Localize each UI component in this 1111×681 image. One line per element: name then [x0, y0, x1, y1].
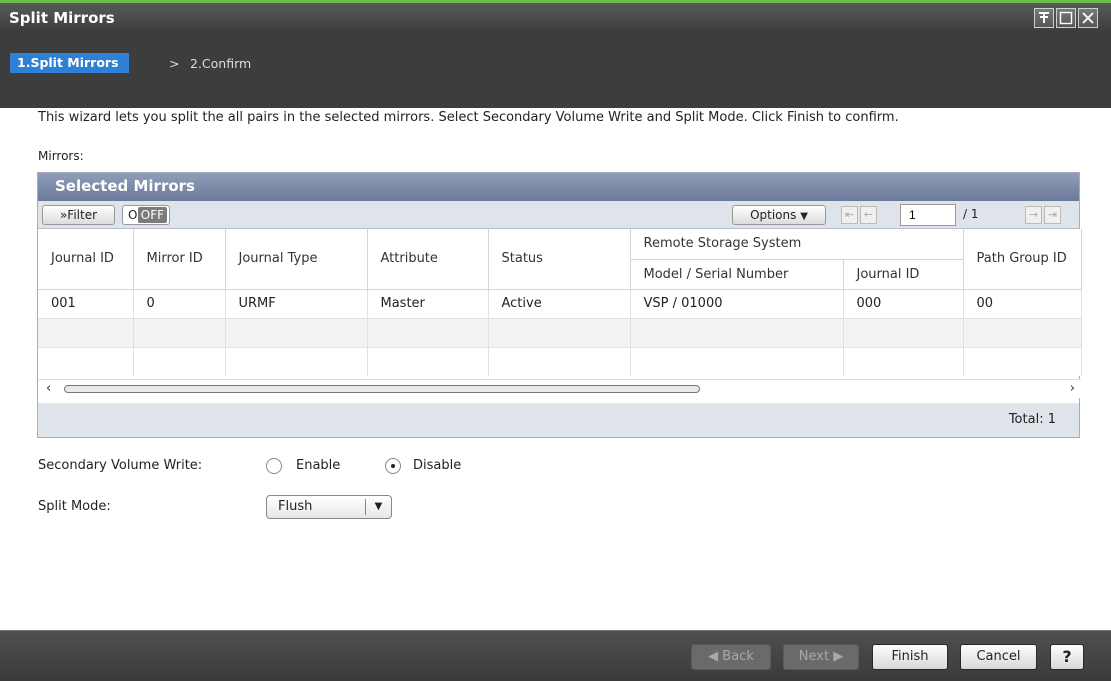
next-label: Next — [798, 649, 830, 664]
chevron-down-icon: ▼ — [800, 211, 808, 222]
panel-footer: Total: 1 — [38, 403, 1079, 437]
chevron-down-icon: ▼ — [365, 499, 391, 515]
panel-title: Selected Mirrors — [38, 173, 1079, 201]
col-journal-type[interactable]: Journal Type — [225, 229, 368, 290]
next-button[interactable]: Next ▶ — [783, 644, 859, 670]
col-remote-journal-id[interactable]: Journal ID — [843, 259, 964, 290]
finish-label: Finish — [891, 649, 929, 664]
cancel-button[interactable]: Cancel — [960, 644, 1037, 670]
title-bar: Split Mirrors — [0, 0, 1111, 32]
split-mode-label: Split Mode: — [38, 499, 111, 514]
back-label: Back — [722, 649, 754, 664]
split-mode-value: Flush — [278, 499, 313, 514]
step-separator: > — [169, 56, 180, 71]
cell-mirror-id: 0 — [133, 289, 226, 318]
cancel-label: Cancel — [976, 649, 1021, 664]
next-arrow-icon: ▶ — [833, 649, 844, 664]
help-icon: ? — [1062, 647, 1072, 666]
cell-attribute: Master — [367, 289, 489, 318]
disable-radio[interactable] — [385, 458, 401, 474]
help-button[interactable]: ? — [1050, 644, 1084, 670]
toggle-off-label: OFF — [137, 207, 167, 223]
enable-radio[interactable] — [266, 458, 282, 474]
options-button[interactable]: Options ▼ — [732, 205, 826, 225]
total-value: 1 — [1047, 412, 1056, 427]
back-button[interactable]: ◀ Back — [691, 644, 771, 670]
mirrors-label: Mirrors: — [38, 149, 84, 163]
col-path-group-id[interactable]: Path Group ID — [963, 229, 1082, 290]
cell-remote-journal-id: 000 — [843, 289, 964, 318]
scroll-thumb[interactable] — [64, 385, 700, 393]
footer-bar: ◀ Back Next ▶ Finish Cancel ? — [0, 630, 1111, 681]
back-arrow-icon: ◀ — [708, 649, 719, 664]
table-row-empty — [38, 346, 1082, 376]
page-total: / 1 — [963, 207, 979, 221]
step-next: 2.Confirm — [190, 56, 252, 71]
col-remote-storage: Remote Storage System — [630, 229, 964, 260]
options-label: Options — [750, 208, 797, 222]
step-current: 1.Split Mirrors — [10, 53, 129, 73]
filter-toggle[interactable]: ON OFF — [122, 205, 170, 225]
filter-label: »Filter — [59, 208, 98, 222]
pin-icon[interactable] — [1034, 8, 1054, 28]
cell-model-serial: VSP / 01000 — [630, 289, 844, 318]
total-count: Total: 1 — [1009, 412, 1056, 427]
horizontal-scrollbar[interactable]: ‹ › — [38, 379, 1081, 398]
secondary-volume-write-label: Secondary Volume Write: — [38, 458, 203, 473]
table-row[interactable]: 001 0 URMF Master Active VSP / 01000 000… — [38, 289, 1082, 318]
close-icon[interactable] — [1078, 8, 1098, 28]
enable-label: Enable — [296, 458, 341, 473]
scroll-left-icon[interactable]: ‹ — [46, 381, 51, 396]
finish-button[interactable]: Finish — [872, 644, 948, 670]
prev-page-icon[interactable]: ← — [860, 206, 877, 224]
last-page-icon[interactable]: ⇥ — [1044, 206, 1061, 224]
table-toolbar: »Filter ON OFF Options ▼ ⇤ ← / 1 → ⇥ — [38, 201, 1079, 229]
col-mirror-id[interactable]: Mirror ID — [133, 229, 226, 290]
window-title: Split Mirrors — [9, 9, 115, 27]
next-page-icon[interactable]: → — [1025, 206, 1042, 224]
cell-journal-id: 001 — [38, 289, 134, 318]
cell-journal-type: URMF — [225, 289, 368, 318]
scroll-right-icon[interactable]: › — [1070, 381, 1075, 396]
maximize-icon[interactable] — [1056, 8, 1076, 28]
cell-path-group-id: 00 — [963, 289, 1082, 318]
mirrors-table: Journal ID Mirror ID Journal Type Attrib… — [38, 229, 1082, 376]
total-label: Total: — [1008, 412, 1044, 427]
wizard-step-bar: 1.Split Mirrors > 2.Confirm — [0, 32, 1111, 108]
page-number-input[interactable] — [900, 204, 956, 226]
wizard-description: This wizard lets you split the all pairs… — [38, 110, 899, 125]
col-status[interactable]: Status — [488, 229, 631, 290]
col-attribute[interactable]: Attribute — [367, 229, 489, 290]
disable-label: Disable — [413, 458, 462, 473]
col-model-serial[interactable]: Model / Serial Number — [630, 259, 844, 290]
col-journal-id[interactable]: Journal ID — [38, 229, 134, 290]
filter-button[interactable]: »Filter — [42, 205, 115, 225]
split-mode-select[interactable]: Flush ▼ — [266, 495, 392, 519]
wizard-content: This wizard lets you split the all pairs… — [0, 108, 1111, 630]
selected-mirrors-panel: Selected Mirrors »Filter ON OFF Options … — [37, 172, 1082, 438]
table-row-empty — [38, 317, 1082, 347]
cell-status: Active — [488, 289, 631, 318]
first-page-icon[interactable]: ⇤ — [841, 206, 858, 224]
